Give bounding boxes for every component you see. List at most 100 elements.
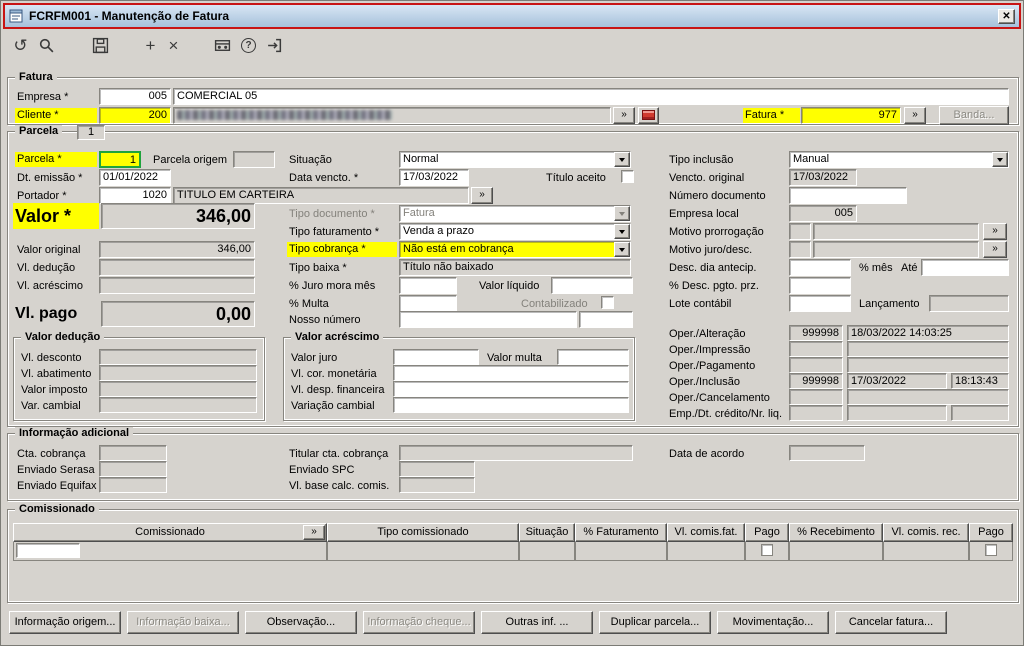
informacao-origem-button[interactable]: Informação origem... [9, 611, 121, 634]
situacao-select[interactable]: Normal [399, 151, 631, 168]
oper-alteracao-label: Oper./Alteração [669, 328, 746, 340]
valor-liquido-field[interactable] [551, 277, 633, 294]
valor-original-field: 346,00 [99, 241, 255, 258]
valor-juro-field[interactable] [393, 349, 479, 365]
motivo-juro-lookup-button[interactable]: » [983, 241, 1007, 258]
valor-original-label: Valor original [17, 244, 81, 256]
search-icon[interactable] [35, 34, 58, 57]
portador-code-field[interactable]: 1020 [99, 187, 171, 204]
cell-pct-faturamento [575, 542, 667, 561]
comissionado-code-field[interactable] [16, 543, 80, 558]
oper-inclusao-time-field: 18:13:43 [951, 373, 1009, 389]
column-header-pct-recebimento[interactable]: % Recebimento [789, 523, 883, 542]
add-icon[interactable]: + [139, 34, 162, 57]
vl-abatimento-label: Vl. abatimento [21, 368, 92, 380]
fatura-label: Fatura * [743, 108, 800, 123]
nosso-numero-digito-field[interactable] [579, 311, 633, 328]
column-header-situacao[interactable]: Situação [519, 523, 575, 542]
browse-icon[interactable] [211, 34, 234, 57]
save-icon[interactable] [89, 34, 112, 57]
pago-rec-checkbox[interactable] [985, 544, 997, 556]
var-cambial-label: Var. cambial [21, 400, 81, 412]
desc-pgto-field[interactable] [789, 277, 851, 294]
pago-fat-checkbox[interactable] [761, 544, 773, 556]
tipo-faturamento-value: Venda a prazo [403, 225, 474, 237]
variacao-cambial-field[interactable] [393, 397, 629, 413]
cliente-code-field[interactable]: 200 [99, 107, 171, 124]
dt-emissao-label: Dt. emissão * [17, 172, 83, 184]
column-header-vl-comis-rec[interactable]: Vl. comis. rec. [883, 523, 969, 542]
multa-field[interactable] [399, 295, 457, 312]
chevron-down-icon[interactable] [992, 152, 1008, 167]
column-header-pago-rec[interactable]: Pago [969, 523, 1013, 542]
exit-icon[interactable] [263, 34, 286, 57]
chevron-down-icon[interactable] [614, 242, 630, 257]
valor-liquido-label: Valor líquido [479, 280, 540, 292]
valor-acrescimo-legend: Valor acréscimo [291, 331, 384, 344]
data-vencto-field[interactable]: 17/03/2022 [399, 169, 469, 186]
numero-documento-field[interactable] [789, 187, 907, 204]
empresa-name-field[interactable]: COMERCIAL 05 [173, 88, 1009, 105]
lote-contabil-field[interactable] [789, 295, 851, 312]
help-icon[interactable]: ? [237, 34, 260, 57]
vl-cor-monetaria-field[interactable] [393, 365, 629, 381]
oper-cancelamento-code-field [789, 389, 843, 405]
motivo-prorrogacao-lookup-button[interactable]: » [983, 223, 1007, 240]
tipo-documento-value: Fatura [403, 207, 435, 219]
movimentacao-button[interactable]: Movimentação... [717, 611, 829, 634]
desc-ate-field[interactable] [921, 259, 1009, 276]
lancamento-field [929, 295, 1009, 312]
vl-desp-financeira-field[interactable] [393, 381, 629, 397]
close-button[interactable]: ✕ [998, 8, 1015, 24]
parcela-record-counter: 1 [77, 125, 105, 140]
desc-dia-antecip-field[interactable] [789, 259, 851, 276]
cell-comissionado [13, 542, 327, 561]
outras-inf-button[interactable]: Outras inf. ... [481, 611, 593, 634]
cell-pct-recebimento [789, 542, 883, 561]
fatura-lookup-button[interactable]: » [904, 107, 926, 124]
lote-contabil-label: Lote contábil [669, 298, 732, 310]
fatura-number-field[interactable]: 977 [801, 107, 901, 124]
tipo-inclusao-select[interactable]: Manual [789, 151, 1009, 168]
title-bar[interactable]: FCRFM001 - Manutenção de Fatura ✕ [5, 5, 1019, 27]
column-header-pct-faturamento[interactable]: % Faturamento [575, 523, 667, 542]
comissionado-table-row [13, 542, 1013, 561]
motivo-prorrogacao-label: Motivo prorrogação [669, 226, 764, 238]
observacao-button[interactable]: Observação... [245, 611, 357, 634]
delete-icon[interactable]: × [162, 34, 185, 57]
oper-alteracao-code-field: 999998 [789, 325, 843, 341]
juro-mora-field[interactable] [399, 277, 457, 294]
tipo-faturamento-select[interactable]: Venda a prazo [399, 223, 631, 240]
column-header-pago-fat[interactable]: Pago [745, 523, 789, 542]
banda-button: Banda... [939, 106, 1009, 125]
motivo-prorrogacao-code-field [789, 223, 811, 240]
juro-mora-label: % Juro mora mês [289, 280, 376, 292]
chevron-down-icon[interactable] [614, 152, 630, 167]
motivo-juro-desc-field [813, 241, 979, 258]
client-alert-button[interactable] [638, 107, 659, 124]
nosso-numero-field[interactable] [399, 311, 577, 328]
duplicar-parcela-button[interactable]: Duplicar parcela... [599, 611, 711, 634]
tipo-cobranca-select[interactable]: Não está em cobrança [399, 241, 631, 258]
column-header-vl-comis-fat[interactable]: Vl. comis.fat. [667, 523, 745, 542]
contabilizado-checkbox [601, 296, 614, 309]
portador-lookup-button[interactable]: » [471, 187, 493, 204]
parcela-number-field[interactable]: 1 [99, 151, 141, 168]
titulo-aceito-checkbox[interactable] [621, 170, 634, 183]
valor-multa-field[interactable] [557, 349, 629, 365]
empresa-code-field[interactable]: 005 [99, 88, 171, 105]
comissionado-lookup-button[interactable]: » [303, 525, 325, 540]
vl-deducao-label: Vl. dedução [17, 262, 76, 274]
cancelar-fatura-button[interactable]: Cancelar fatura... [835, 611, 947, 634]
enviado-spc-label: Enviado SPC [289, 464, 355, 476]
chevron-down-icon[interactable] [614, 224, 630, 239]
cliente-lookup-button[interactable]: » [613, 107, 635, 124]
column-header-comissionado[interactable]: Comissionado » [13, 523, 327, 542]
dt-emissao-field[interactable]: 01/01/2022 [99, 169, 171, 186]
chevron-down-icon [614, 206, 630, 221]
nosso-numero-label: Nosso número [289, 314, 361, 326]
undo-icon[interactable]: ↺ [9, 34, 32, 57]
column-header-tipo-comissionado[interactable]: Tipo comissionado [327, 523, 519, 542]
numero-documento-label: Número documento [669, 190, 766, 202]
valor-label: Valor * [13, 203, 99, 229]
